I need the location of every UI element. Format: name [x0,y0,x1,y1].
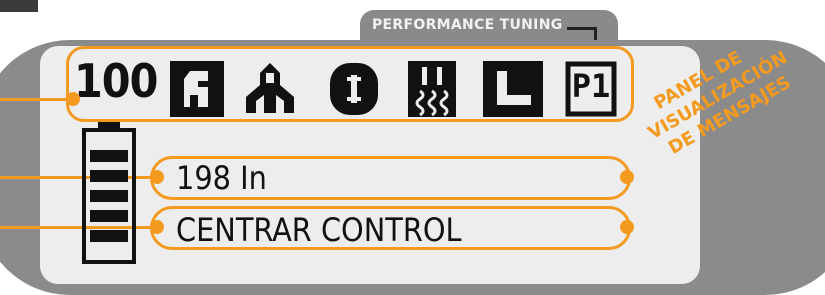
performance-tuning-pointer [567,27,597,41]
callout-dot-row1-right [620,170,634,184]
callout-line-icons [0,98,72,101]
corner-marker [0,0,38,12]
callout-dot-row1 [150,170,164,184]
callout-dot-row2-right [620,220,634,234]
battery-gauge-icon [82,122,136,264]
row2-highlight [150,206,631,250]
callout-dot-row2 [150,220,164,234]
icons-highlight [66,46,634,122]
callout-dot-icons [66,92,80,106]
performance-tuning-label: PERFORMANCE TUNING [372,17,563,33]
row1-highlight [150,156,631,200]
